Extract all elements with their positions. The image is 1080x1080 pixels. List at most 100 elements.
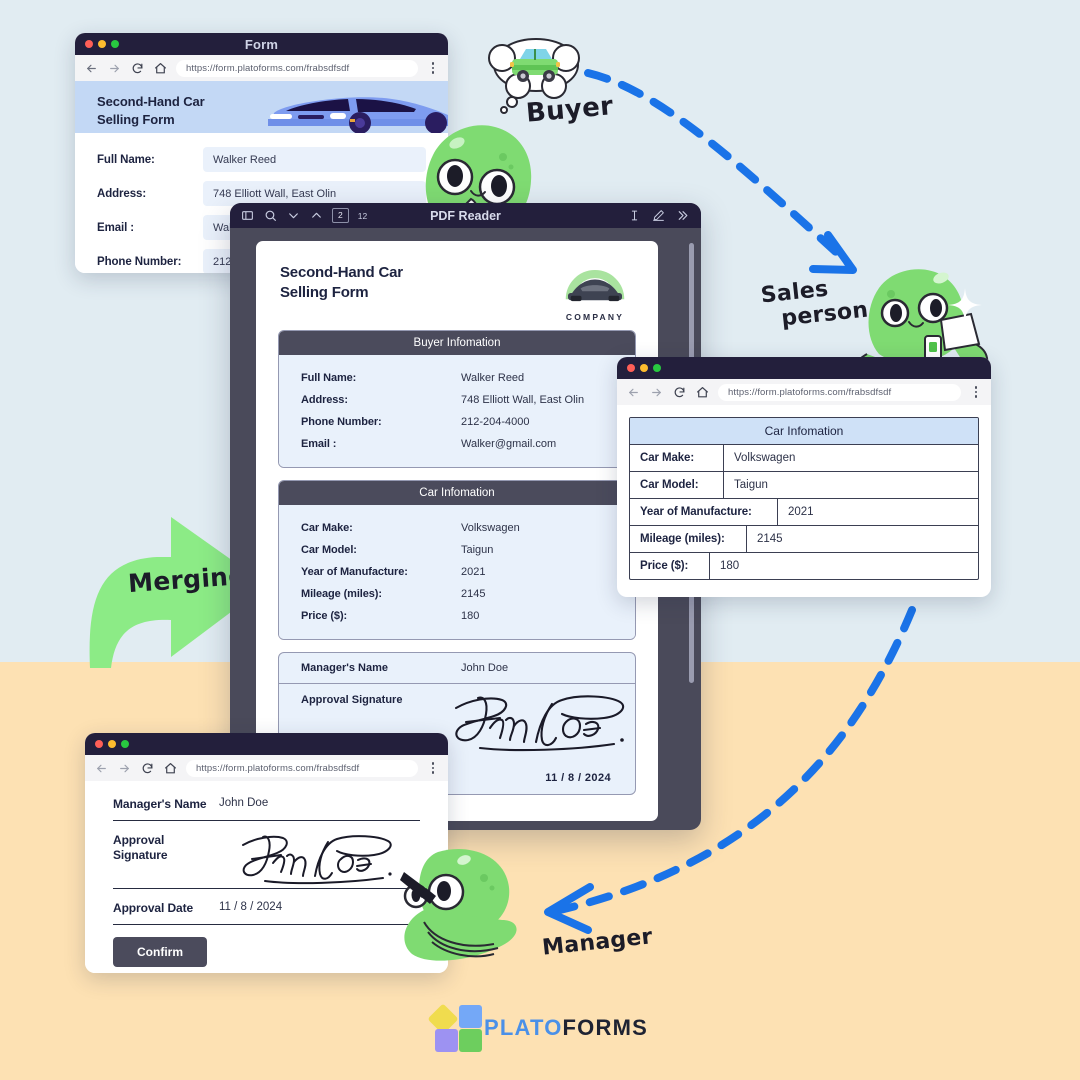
- close-button[interactable]: [627, 364, 635, 372]
- reload-icon[interactable]: [130, 61, 144, 75]
- address-bar[interactable]: https://form.platoforms.com/frabsdfsdf: [186, 759, 418, 777]
- approval-date: 11 / 8 / 2024: [545, 772, 611, 784]
- pdf-section-buyer: Buyer Infomation Full Name: Walker Reed …: [278, 330, 636, 468]
- more-menu-icon[interactable]: [427, 62, 439, 74]
- cell-value[interactable]: Volkswagen: [724, 445, 978, 471]
- row-value: 180: [461, 610, 480, 622]
- maximize-button[interactable]: [653, 364, 661, 372]
- chevrons-right-icon[interactable]: [675, 209, 689, 223]
- more-menu-icon[interactable]: [970, 386, 982, 398]
- form-hero-title: Second-Hand Car Selling Form: [97, 94, 205, 127]
- text-cursor-icon[interactable]: [627, 209, 641, 223]
- approval-signature-row: Approval Signature: [113, 833, 420, 889]
- manager-mascot-octopus: [400, 849, 517, 961]
- cell-value[interactable]: 2145: [747, 526, 978, 552]
- form-row: Full Name: Walker Reed: [97, 147, 426, 172]
- minimize-button[interactable]: [108, 740, 116, 748]
- pdf-row: Car Model: Taigun: [279, 539, 635, 561]
- signature-icon: [242, 835, 392, 885]
- row-value: Volkswagen: [461, 522, 520, 534]
- window-controls[interactable]: [95, 740, 129, 748]
- cell-label: Year of Manufacture:: [630, 499, 778, 525]
- confirm-button[interactable]: Confirm: [113, 937, 207, 967]
- back-arrow-icon[interactable]: [84, 61, 98, 75]
- address-bar[interactable]: https://form.platoforms.com/frabsdfsdf: [718, 383, 961, 401]
- reload-icon[interactable]: [140, 761, 154, 775]
- row-label: Address:: [301, 394, 348, 406]
- minimize-button[interactable]: [98, 40, 106, 48]
- manager-name-value[interactable]: John Doe: [219, 797, 268, 809]
- manager-name-label: Manager's Name: [301, 662, 388, 674]
- address-bar[interactable]: https://form.platoforms.com/frabsdfsdf: [176, 59, 418, 77]
- approval-date-value[interactable]: 11 / 8 / 2024: [219, 901, 282, 913]
- approval-signature-label: Approval Signature: [113, 833, 168, 862]
- cell-label: Price ($):: [630, 553, 710, 579]
- row-label: Email :: [301, 438, 337, 450]
- cell-value[interactable]: 180: [710, 553, 978, 579]
- manager-titlebar: [85, 733, 448, 755]
- logo-square-green: [459, 1029, 482, 1052]
- pdf-row: Car Make: Volkswagen: [279, 517, 635, 539]
- more-menu-icon[interactable]: [427, 762, 439, 774]
- maximize-button[interactable]: [111, 40, 119, 48]
- back-arrow-icon[interactable]: [94, 761, 108, 775]
- forward-arrow-icon[interactable]: [107, 61, 121, 75]
- window-controls[interactable]: [627, 364, 661, 372]
- row-label: Full Name:: [301, 372, 357, 384]
- sidebar-icon[interactable]: [240, 209, 254, 223]
- table-row: Year of Manufacture: 2021: [630, 499, 978, 526]
- platoforms-logo: PLATOFORMS: [427, 1003, 648, 1053]
- manager-name-label: Manager's Name: [113, 797, 207, 811]
- cell-value[interactable]: 2021: [778, 499, 978, 525]
- pdf-row: Email : Walker@gmail.com: [279, 433, 635, 455]
- row-value: Taigun: [461, 544, 494, 556]
- home-icon[interactable]: [695, 385, 709, 399]
- back-arrow-icon[interactable]: [626, 385, 640, 399]
- car-information-table: Car Infomation Car Make: Volkswagen Car …: [629, 417, 979, 580]
- pen-icon[interactable]: [651, 209, 665, 223]
- table-row: Price ($): 180: [630, 553, 978, 579]
- search-icon[interactable]: [263, 209, 277, 223]
- row-value: 2021: [461, 566, 486, 578]
- cell-label: Mileage (miles):: [630, 526, 747, 552]
- form-navbar: https://form.platoforms.com/frabsdfsdf: [75, 55, 448, 81]
- chevron-up-icon[interactable]: [309, 209, 323, 223]
- manager-name-row: Manager's Name John Doe: [279, 653, 635, 684]
- forward-arrow-icon[interactable]: [649, 385, 663, 399]
- approval-date-row: Approval Date 11 / 8 / 2024: [113, 901, 420, 925]
- manager-navbar: https://form.platoforms.com/frabsdfsdf: [85, 755, 448, 781]
- manager-form-body: Manager's Name John Doe Approval Signatu…: [85, 781, 448, 973]
- car-logo-icon: [565, 270, 625, 302]
- row-label: Mileage (miles):: [301, 588, 382, 600]
- reload-icon[interactable]: [672, 385, 686, 399]
- full-name-input[interactable]: Walker Reed: [203, 147, 426, 172]
- field-label: Email :: [97, 221, 135, 234]
- browser-window-manager-approval[interactable]: https://form.platoforms.com/frabsdfsdf M…: [85, 733, 448, 973]
- chevron-down-icon[interactable]: [286, 209, 300, 223]
- home-icon[interactable]: [163, 761, 177, 775]
- logo-text-plato: PLATO: [484, 1015, 563, 1040]
- logo-square-blue: [459, 1005, 482, 1028]
- pdf-toolbar: 2 12 PDF Reader: [230, 203, 701, 228]
- form-titlebar: Form: [75, 33, 448, 55]
- minimize-button[interactable]: [640, 364, 648, 372]
- pdf-document-title: Second-Hand Car Selling Form: [280, 264, 403, 302]
- cell-value[interactable]: Taigun: [724, 472, 978, 498]
- company-logo: COMPANY: [556, 263, 634, 322]
- manager-name-row: Manager's Name John Doe: [113, 797, 420, 821]
- row-value: Walker@gmail.com: [461, 438, 557, 450]
- current-page-input[interactable]: 2: [332, 208, 349, 223]
- window-controls[interactable]: [85, 40, 119, 48]
- row-label: Car Model:: [301, 544, 357, 556]
- home-icon[interactable]: [153, 61, 167, 75]
- row-value: 212-204-4000: [461, 416, 530, 428]
- maximize-button[interactable]: [121, 740, 129, 748]
- browser-window-car-info[interactable]: https://form.platoforms.com/frabsdfsdf C…: [617, 357, 991, 597]
- field-label: Address:: [97, 187, 147, 200]
- section-heading: Car Infomation: [279, 481, 635, 505]
- forward-arrow-icon[interactable]: [117, 761, 131, 775]
- logo-squares-icon: [427, 1003, 482, 1052]
- row-label: Car Make:: [301, 522, 353, 534]
- close-button[interactable]: [95, 740, 103, 748]
- close-button[interactable]: [85, 40, 93, 48]
